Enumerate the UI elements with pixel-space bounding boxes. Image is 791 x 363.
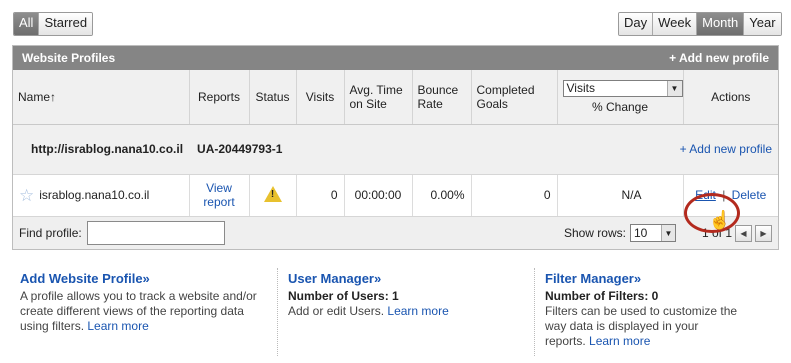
- user-manager-link[interactable]: User Manager»: [288, 271, 518, 286]
- bounce-header-line-1: Bounce: [417, 82, 459, 97]
- percent-change-value: N/A: [556, 174, 683, 217]
- bounce-rate-column-header[interactable]: Bounce Rate: [411, 70, 471, 125]
- table-footer: Find profile: Show rows: 10 ▼ 1 of 1 ◀ ▶: [13, 217, 778, 249]
- filters-info-line-2: way data is displayed in your: [545, 319, 699, 333]
- users-info-line-1: Add or edit Users.: [288, 304, 385, 318]
- website-info-line-1: A profile allows you to track a website …: [20, 289, 257, 303]
- previous-page-icon[interactable]: ◀: [735, 224, 752, 242]
- show-rows-label: Show rows:: [563, 226, 626, 240]
- range-week-button[interactable]: Week: [652, 13, 697, 35]
- rows-control: Show rows: 10 ▼ 1 of 1 ◀ ▶: [564, 224, 772, 242]
- actions-cell: Edit | Delete ☝: [682, 174, 778, 234]
- user-manager-section: User Manager» Number of Users: 1 Add or …: [288, 271, 518, 319]
- section-divider: [534, 268, 535, 356]
- table-row: ☆ israblog.nana10.co.il View report ! 0 …: [13, 174, 778, 234]
- range-year-button[interactable]: Year: [743, 13, 781, 35]
- website-info-line-2: create different views of the reporting …: [20, 304, 244, 318]
- range-day-button[interactable]: Day: [619, 13, 653, 35]
- goals-header-line-1: Completed: [476, 82, 535, 97]
- add-new-profile-account-link[interactable]: + Add new profile: [680, 142, 772, 156]
- metric-select[interactable]: Visits ▼: [562, 79, 683, 97]
- completed-goals-value: 0: [470, 174, 557, 217]
- filter-starred-button[interactable]: Starred: [38, 13, 93, 35]
- profiles-table: Name↑ Reports Status Visits Avg. Time on…: [13, 70, 778, 125]
- next-page-icon[interactable]: ▶: [755, 224, 772, 242]
- profile-name-cell: ☆ israblog.nana10.co.il: [13, 174, 189, 217]
- view-report-line-1: View: [206, 181, 232, 196]
- avg-time-column-header[interactable]: Avg. Time on Site: [343, 70, 412, 125]
- filters-count: Number of Filters: 0: [545, 289, 659, 303]
- filters-info-line-1: Filters can be used to customize the: [545, 304, 738, 318]
- goals-header-line-2: Goals: [476, 96, 508, 111]
- section-divider: [277, 268, 278, 356]
- bounce-header-line-2: Rate: [417, 96, 443, 111]
- metric-select-value: Visits: [566, 81, 595, 96]
- completed-goals-column-header[interactable]: Completed Goals: [470, 70, 557, 125]
- avg-time-header-line-2: on Site: [349, 96, 387, 111]
- star-icon[interactable]: ☆: [19, 187, 34, 204]
- filters-learn-more-link[interactable]: Learn more: [589, 334, 650, 348]
- avg-time-value: 00:00:00: [343, 174, 412, 217]
- profile-filter-toggle: All Starred: [13, 12, 94, 36]
- status-cell: !: [248, 174, 296, 217]
- add-website-profile-section: Add Website Profile» A profile allows yo…: [20, 271, 270, 334]
- view-report-link[interactable]: View report: [188, 174, 249, 217]
- website-info-line-3: using filters.: [20, 319, 85, 333]
- find-profile-label: Find profile:: [19, 226, 82, 240]
- rows-select-value: 10: [633, 226, 648, 240]
- sort-ascending-icon: ↑: [50, 89, 57, 104]
- percent-change-label: % Change: [591, 99, 649, 114]
- website-profiles-panel: Website Profiles + Add new profile Name↑…: [12, 45, 779, 250]
- chevron-down-icon: ▼: [660, 225, 675, 241]
- warning-icon: !: [263, 185, 282, 202]
- add-website-profile-link[interactable]: Add Website Profile»: [20, 271, 270, 286]
- website-learn-more-link[interactable]: Learn more: [87, 319, 148, 333]
- account-row: http://israblog.nana10.co.il UA-20449793…: [13, 124, 778, 175]
- visits-value: 0: [295, 174, 344, 217]
- table-header-row: Name↑ Reports Status Visits Avg. Time on…: [13, 70, 778, 125]
- view-report-line-2: report: [203, 195, 235, 210]
- name-column-header[interactable]: Name↑: [13, 70, 189, 125]
- filter-all-button[interactable]: All: [14, 13, 39, 35]
- name-header-label: Name: [18, 89, 51, 104]
- chevron-down-icon: ▼: [666, 80, 682, 96]
- actions-column-header: Actions: [682, 70, 778, 125]
- profiles-table-body: ☆ israblog.nana10.co.il View report ! 0 …: [13, 174, 778, 234]
- panel-header: Website Profiles + Add new profile: [13, 46, 778, 70]
- panel-title: Website Profiles: [22, 51, 116, 65]
- visits-column-header[interactable]: Visits: [295, 70, 344, 125]
- account-id: UA-20449793-1: [197, 142, 283, 156]
- date-range-toggle: Day Week Month Year: [618, 12, 782, 36]
- bounce-rate-value: 0.00%: [411, 174, 471, 217]
- avg-time-header-line-1: Avg. Time: [349, 82, 403, 97]
- filter-manager-section: Filter Manager» Number of Filters: 0 Fil…: [545, 271, 775, 349]
- find-profile-input[interactable]: [86, 221, 225, 245]
- filters-info-line-3: reports.: [545, 334, 586, 348]
- delete-link[interactable]: Delete: [732, 188, 767, 202]
- profile-name: israblog.nana10.co.il: [39, 188, 150, 203]
- change-column-header: Visits ▼ % Change: [556, 70, 683, 125]
- range-month-button[interactable]: Month: [696, 13, 744, 35]
- hand-cursor-icon: ☝: [708, 210, 731, 231]
- filter-manager-link[interactable]: Filter Manager»: [545, 271, 775, 286]
- users-learn-more-link[interactable]: Learn more: [387, 304, 448, 318]
- status-column-header: Status: [248, 70, 296, 125]
- users-count: Number of Users: 1: [288, 289, 399, 303]
- add-new-profile-header-link[interactable]: + Add new profile: [669, 51, 769, 65]
- account-url: http://israblog.nana10.co.il: [31, 142, 184, 156]
- rows-select[interactable]: 10 ▼: [629, 224, 676, 242]
- reports-column-header: Reports: [188, 70, 249, 125]
